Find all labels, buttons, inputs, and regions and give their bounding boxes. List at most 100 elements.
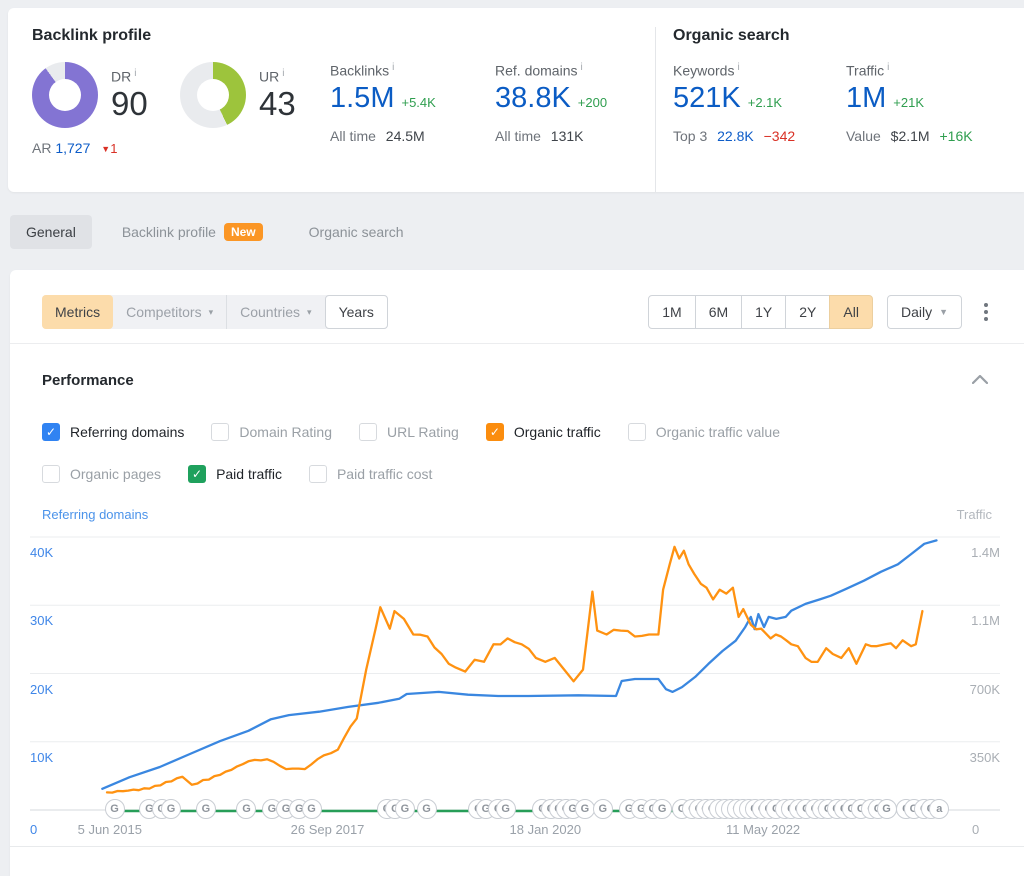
chevron-up-icon xyxy=(972,375,988,384)
checkbox-box xyxy=(309,465,327,483)
google-update-badge[interactable]: G xyxy=(395,799,415,819)
info-icon[interactable]: i xyxy=(887,62,889,73)
ref-domains-value[interactable]: 38.8K xyxy=(495,83,571,115)
backlinks-delta: +5.4K xyxy=(401,95,435,110)
info-icon[interactable]: i xyxy=(392,62,394,73)
traffic-metric: Traffici 1M +21K Value $2.1M +16K xyxy=(846,62,1011,144)
traffic-label: Traffic xyxy=(846,63,884,79)
chevron-down-icon: ▼ xyxy=(939,307,948,317)
right-axis-series-label: Traffic xyxy=(957,507,992,522)
ref-domains-label: Ref. domains xyxy=(495,63,577,79)
ahrefs-rank: AR 1,727 ▼1 xyxy=(32,140,180,156)
y-axis-label-right: 1.1M xyxy=(956,613,1000,628)
toolbar-tab-competitors[interactable]: Competitors▾ xyxy=(113,295,226,329)
checkbox-box xyxy=(628,423,646,441)
tab-label: General xyxy=(26,224,76,240)
x-axis-label: 26 Sep 2017 xyxy=(291,822,365,837)
overview-card: Backlink profile DRi 90 AR 1,727 ▼1 xyxy=(8,8,1024,192)
tab-organic-search[interactable]: Organic search xyxy=(293,215,420,249)
tab-label: Backlink profile xyxy=(122,224,216,240)
checkbox-domain-rating[interactable]: Domain Rating xyxy=(211,423,332,441)
keywords-value[interactable]: 521K xyxy=(673,83,741,115)
collapse-section-button[interactable] xyxy=(968,367,992,393)
backlinks-value[interactable]: 1.5M xyxy=(330,83,394,115)
checkbox-label: Paid traffic cost xyxy=(337,466,432,482)
google-update-badge[interactable]: G xyxy=(593,799,613,819)
url-rating-metric: URi 43 xyxy=(180,62,330,156)
checkbox-label: URL Rating xyxy=(387,424,459,440)
checkbox-referring-domains[interactable]: ✓Referring domains xyxy=(42,423,184,441)
checkbox-organic-traffic[interactable]: ✓Organic traffic xyxy=(486,423,601,441)
down-triangle-icon: ▼ xyxy=(101,144,110,154)
general-panel: MetricsCompetitors▾Countries▾Years 1M6M1… xyxy=(10,270,1024,876)
ar-label: AR xyxy=(32,140,51,156)
info-icon[interactable]: i xyxy=(134,68,136,79)
google-update-badge[interactable]: G xyxy=(575,799,595,819)
info-icon[interactable]: i xyxy=(580,62,582,73)
backlinks-alltime: All time 24.5M xyxy=(330,128,495,144)
toolbar-tab-label: Metrics xyxy=(55,304,100,320)
checkbox-organic-traffic-value[interactable]: Organic traffic value xyxy=(628,423,780,441)
ur-value: 43 xyxy=(259,86,296,122)
ref-domains-delta: +200 xyxy=(578,95,607,110)
y-axis-zero-left: 0 xyxy=(30,822,37,837)
checkbox-label: Organic traffic value xyxy=(656,424,780,440)
tab-backlink-profile[interactable]: Backlink profileNew xyxy=(106,214,279,250)
traffic-value[interactable]: 1M xyxy=(846,83,886,115)
left-axis-series-link[interactable]: Referring domains xyxy=(42,507,148,522)
ar-value[interactable]: 1,727 xyxy=(55,140,90,156)
more-options-button[interactable] xyxy=(980,299,992,325)
backlink-profile-title: Backlink profile xyxy=(32,27,640,45)
performance-title: Performance xyxy=(42,372,134,389)
google-update-badge[interactable]: G xyxy=(496,799,516,819)
x-axis-label: 5 Jun 2015 xyxy=(78,822,142,837)
checkbox-url-rating[interactable]: URL Rating xyxy=(359,423,459,441)
y-axis-label-left: 30K xyxy=(30,613,53,628)
y-axis-label-right: 350K xyxy=(956,750,1000,765)
y-axis-label-left: 10K xyxy=(30,750,53,765)
google-update-badge[interactable]: G xyxy=(877,799,897,819)
performance-chart[interactable]: 40K30K20K10K1.4M1.1M700K350K05 Jun 20152… xyxy=(10,534,1024,846)
metric-checkbox-row-1: ✓Referring domains Domain Rating URL Ratin… xyxy=(10,423,1024,441)
granularity-dropdown[interactable]: Daily ▼ xyxy=(887,295,962,329)
referring-domains-line xyxy=(102,540,936,788)
google-update-badge[interactable]: G xyxy=(196,799,216,819)
x-axis-label: 18 Jan 2020 xyxy=(510,822,582,837)
range-button-2y[interactable]: 2Y xyxy=(785,295,830,329)
range-button-1m[interactable]: 1M xyxy=(648,295,695,329)
organic-search-section: Organic search Keywordsi 521K +2.1K Top … xyxy=(655,27,1011,192)
checkbox-organic-pages[interactable]: Organic pages xyxy=(42,465,161,483)
range-button-6m[interactable]: 6M xyxy=(695,295,742,329)
dr-label: DR xyxy=(111,68,131,84)
google-update-badge[interactable]: G xyxy=(417,799,437,819)
metric-checkbox-row-2: Organic pages ✓Paid traffic Paid traffic c… xyxy=(10,465,1024,483)
checkbox-paid-traffic[interactable]: ✓Paid traffic xyxy=(188,465,282,483)
y-axis-label-right: 700K xyxy=(956,682,1000,697)
google-update-badge[interactable]: G xyxy=(161,799,181,819)
range-button-1y[interactable]: 1Y xyxy=(741,295,786,329)
y-axis-label-right: 1.4M xyxy=(956,545,1000,560)
range-button-all[interactable]: All xyxy=(829,295,873,329)
checkbox-box xyxy=(211,423,229,441)
toolbar-tab-metrics[interactable]: Metrics xyxy=(42,295,113,329)
info-icon[interactable]: i xyxy=(737,62,739,73)
backlinks-label: Backlinks xyxy=(330,63,389,79)
ar-delta: ▼1 xyxy=(101,141,117,156)
url-rating-donut xyxy=(180,62,246,128)
ref-domains-alltime: All time 131K xyxy=(495,128,640,144)
toolbar-tab-years[interactable]: Years xyxy=(325,295,388,329)
checkbox-box xyxy=(359,423,377,441)
page-tabs: General Backlink profileNew Organic search xyxy=(10,192,1024,270)
organic-traffic-line xyxy=(107,547,922,793)
view-mode-group: Metrics Competitors▾Countries▾Years xyxy=(42,295,388,329)
info-icon[interactable]: i xyxy=(282,68,284,79)
google-update-badge[interactable]: G xyxy=(302,799,322,819)
checkbox-paid-traffic-cost[interactable]: Paid traffic cost xyxy=(309,465,432,483)
toolbar-tab-countries[interactable]: Countries▾ xyxy=(226,295,324,329)
organic-search-title: Organic search xyxy=(673,27,1011,45)
tab-general[interactable]: General xyxy=(10,215,92,249)
checkbox-label: Paid traffic xyxy=(216,466,282,482)
chevron-down-icon: ▾ xyxy=(307,307,312,318)
google-update-badge[interactable]: G xyxy=(105,799,125,819)
card-bottom-divider xyxy=(10,846,1024,865)
